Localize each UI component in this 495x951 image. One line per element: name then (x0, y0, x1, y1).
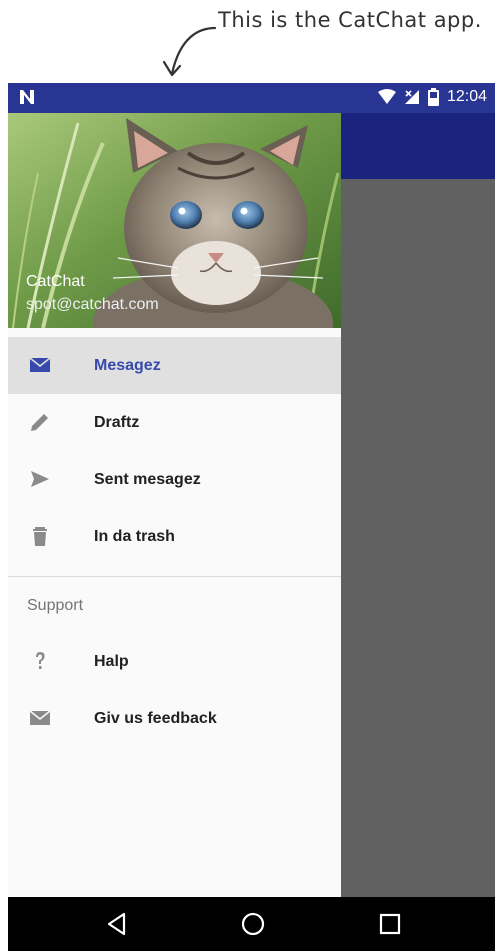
menu-item-label: Draftz (94, 413, 140, 431)
trash-icon (33, 527, 47, 546)
menu-item-label: In da trash (94, 527, 175, 545)
status-bar: 12:04 (8, 83, 495, 113)
battery-icon (427, 88, 439, 106)
back-icon[interactable] (104, 911, 130, 937)
notification-n-icon (20, 90, 34, 104)
drawer-menu: Mesagez Draftz Sent mesagez In da trash … (8, 337, 341, 747)
menu-item-halp[interactable]: Halp (8, 633, 341, 690)
help-icon (36, 652, 45, 669)
pencil-icon (31, 414, 48, 431)
wifi-icon (377, 89, 396, 104)
menu-item-mesagez[interactable]: Mesagez (8, 337, 341, 394)
send-icon (31, 471, 49, 487)
menu-item-in-da-trash[interactable]: In da trash (8, 508, 341, 565)
annotation-text: This is the CatChat app. (218, 8, 482, 32)
menu-item-label: Halp (94, 652, 129, 670)
mail-icon (29, 710, 51, 725)
status-time: 12:04 (446, 88, 487, 105)
menu-item-label: Sent mesagez (94, 470, 201, 488)
home-icon[interactable] (240, 911, 266, 937)
system-navigation-bar (8, 897, 495, 951)
support-section-title: Support (27, 597, 84, 614)
mail-icon (29, 357, 51, 372)
navigation-drawer: CatChat spot@catchat.com Mesagez Draftz (8, 113, 341, 897)
header-email: spot@catchat.com (26, 296, 159, 313)
menu-item-label: Mesagez (94, 356, 161, 374)
drawer-header: CatChat spot@catchat.com (8, 113, 341, 328)
recents-icon[interactable] (377, 911, 403, 937)
menu-item-draftz[interactable]: Draftz (8, 394, 341, 451)
menu-item-label: Giv us feedback (94, 709, 217, 727)
support-section-header: Support (8, 577, 341, 633)
menu-item-giv-us-feedback[interactable]: Giv us feedback (8, 690, 341, 747)
cell-signal-icon (404, 90, 419, 104)
header-app-name: CatChat (26, 273, 85, 290)
menu-item-sent-mesagez[interactable]: Sent mesagez (8, 451, 341, 508)
phone-screen: 12:04 CatChat spot@catchat.com Mesagez D… (8, 83, 495, 951)
annotation-arrow-icon (162, 26, 217, 77)
